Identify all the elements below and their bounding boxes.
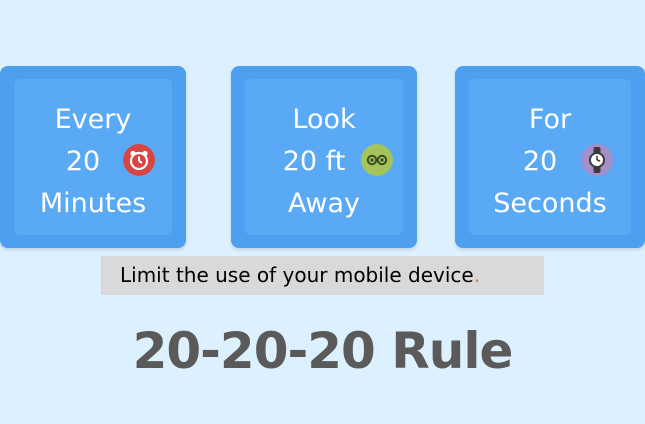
wristwatch-icon [581, 144, 613, 176]
card-inner: Every 20 Minutes [14, 79, 172, 235]
card-line-3: Minutes [39, 188, 147, 219]
alarm-clock-icon [123, 144, 155, 176]
card-line-1: Every [54, 104, 132, 135]
caption-bar: Limit the use of your mobile device. [101, 256, 544, 295]
card-line-3: Seconds [493, 188, 607, 219]
eyes-icon [361, 144, 393, 176]
caption-period: . [473, 263, 481, 287]
card-for-20-seconds: For 20 Seconds [455, 66, 645, 248]
caption-text: Limit the use of your mobile device [120, 263, 474, 287]
card-line-1: Look [292, 104, 356, 135]
card-line-3: Away [288, 188, 360, 219]
card-every-20-minutes: Every 20 Minutes [0, 66, 186, 248]
card-line-1: For [528, 104, 572, 135]
card-inner: Look 20 ft Away [245, 79, 403, 235]
card-look-20-ft-away: Look 20 ft Away [231, 66, 417, 248]
rule-title: 20-20-20 Rule [132, 322, 514, 380]
card-inner: For 20 Seconds [469, 79, 631, 235]
